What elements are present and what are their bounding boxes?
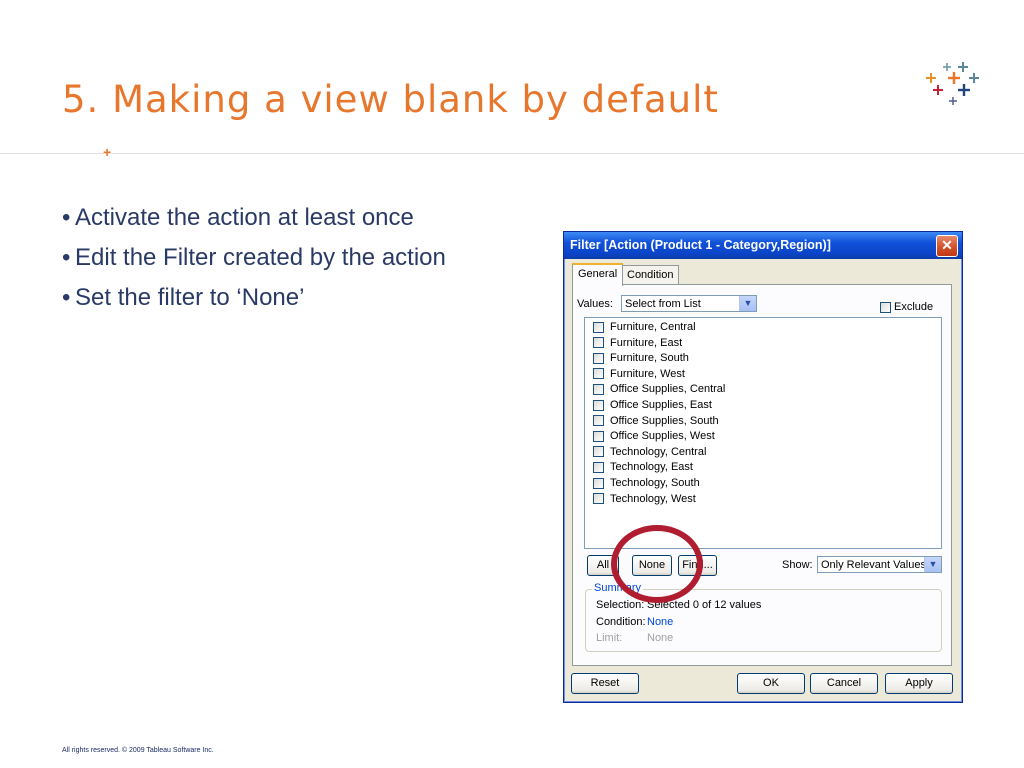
close-icon[interactable]: ✕ [936,235,958,257]
reset-button[interactable]: Reset [571,673,639,694]
chevron-down-icon[interactable]: ▼ [739,296,756,311]
cancel-button[interactable]: Cancel [810,673,878,694]
summary-condition: Condition:None [596,616,674,628]
list-item[interactable]: Technology, West [593,493,696,508]
list-item[interactable]: Furniture, South [593,352,689,367]
list-item[interactable]: Office Supplies, West [593,430,715,445]
tab-condition[interactable]: Condition [621,265,680,284]
bullet-list: • Activate the action at least once • Edit… [62,198,446,318]
list-item[interactable]: Furniture, West [593,368,685,383]
list-item[interactable]: Office Supplies, Central [593,383,725,398]
filter-dialog: Filter [Action (Product 1 - Category,Reg… [563,231,963,703]
list-item[interactable]: Office Supplies, South [593,415,719,430]
dialog-title: Filter [Action (Product 1 - Category,Reg… [570,238,831,252]
dialog-titlebar[interactable]: Filter [Action (Product 1 - Category,Reg… [564,232,962,259]
list-item[interactable]: Office Supplies, East [593,399,712,414]
list-item[interactable]: Furniture, Central [593,321,696,336]
plus-ornament-icon: + [103,144,112,160]
list-item[interactable]: Technology, Central [593,446,706,461]
copyright-footer: All rights reserved. © 2009 Tableau Soft… [62,747,214,754]
exclude-checkbox[interactable]: Exclude [880,301,933,313]
summary-selection: Selection: Selected 0 of 12 values [596,599,762,611]
tableau-logo-icon [926,62,979,105]
list-item[interactable]: Technology, East [593,461,693,476]
values-list[interactable]: Furniture, Central Furniture, East Furni… [584,317,942,549]
slide-title: 5. Making a view blank by default [62,78,719,121]
highlight-circle [611,525,703,603]
values-label: Values: [577,298,613,310]
summary-limit: Limit: None [596,632,674,644]
show-select[interactable]: Only Relevant Values ▼ [817,556,942,573]
bullet-item: • Set the filter to ‘None’ [62,284,305,311]
title-divider [0,153,1024,154]
list-item[interactable]: Furniture, East [593,337,682,352]
bullet-item: • Edit the Filter created by the action [62,244,446,271]
exclude-checkbox-box[interactable] [880,301,891,313]
show-label: Show: [782,559,813,571]
list-item[interactable]: Technology, South [593,477,700,492]
tab-general[interactable]: General [572,263,624,286]
chevron-down-icon[interactable]: ▼ [924,557,941,572]
bullet-item: • Activate the action at least once [62,204,414,231]
apply-button[interactable]: Apply [885,673,953,694]
values-select[interactable]: Select from List ▼ [621,295,757,312]
ok-button[interactable]: OK [737,673,805,694]
